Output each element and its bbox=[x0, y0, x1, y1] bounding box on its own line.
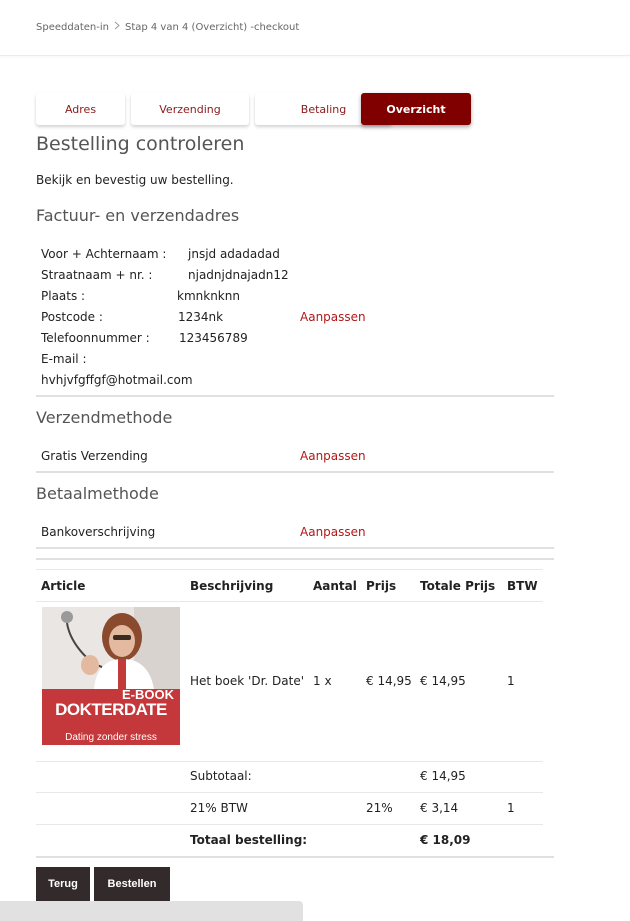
divider bbox=[36, 471, 554, 473]
name-label: Voor + Achternaam : bbox=[41, 247, 167, 261]
back-button[interactable]: Terug bbox=[36, 867, 90, 901]
payment-heading: Betaalmethode bbox=[36, 484, 159, 503]
street-label: Straatnaam + nr. : bbox=[41, 268, 153, 282]
col-header-description: Beschrijving bbox=[190, 579, 274, 593]
step-adres[interactable]: Adres bbox=[36, 93, 125, 125]
vat-rate: 21% bbox=[366, 801, 393, 815]
divider bbox=[36, 856, 554, 858]
chevron-right-icon bbox=[114, 21, 120, 33]
col-header-article: Article bbox=[41, 579, 86, 593]
step-overzicht: Overzicht bbox=[361, 93, 471, 125]
row-divider bbox=[36, 824, 543, 825]
payment-method: Bankoverschrijving bbox=[41, 525, 156, 539]
phone-label: Telefoonnummer : bbox=[41, 331, 150, 345]
edit-address-link[interactable]: Aanpassen bbox=[300, 310, 366, 324]
col-header-price: Prijs bbox=[366, 579, 397, 593]
item-btw: 1 bbox=[507, 674, 515, 688]
name-value: jnsjd adadadad bbox=[188, 247, 280, 261]
page-title: Bestelling controleren bbox=[36, 133, 245, 155]
email-value: hvhjvfgffgf@hotmail.com bbox=[41, 373, 193, 387]
subtotal-label: Subtotaal: bbox=[190, 769, 252, 783]
cover-subtitle: Dating zonder stress bbox=[65, 732, 157, 743]
vat-btw: 1 bbox=[507, 801, 515, 815]
row-divider bbox=[36, 601, 543, 602]
divider bbox=[36, 547, 554, 549]
item-quantity: 1 x bbox=[313, 674, 332, 688]
divider bbox=[36, 558, 554, 560]
vat-label: 21% BTW bbox=[190, 801, 248, 815]
phone-value: 123456789 bbox=[179, 331, 248, 345]
postcode-value: 1234nk bbox=[178, 310, 224, 324]
checkout-steps: Adres Verzending Betaling Overzicht bbox=[36, 93, 472, 125]
breadcrumb-current: Stap 4 van 4 (Overzicht) -checkout bbox=[124, 21, 300, 33]
order-button[interactable]: Bestellen bbox=[94, 867, 170, 901]
col-header-quantity: Aantal bbox=[313, 579, 357, 593]
ebook-cover-illustration bbox=[42, 607, 180, 745]
shipping-method: Gratis Verzending bbox=[41, 449, 148, 463]
bottom-status-bar bbox=[0, 901, 303, 921]
col-header-total: Totale Prijs bbox=[420, 579, 496, 593]
city-value: kmnknknn bbox=[177, 289, 240, 303]
item-description: Het boek 'Dr. Date' bbox=[190, 674, 305, 688]
breadcrumb-root-link[interactable]: Speeddaten-in bbox=[36, 22, 109, 33]
col-header-btw: BTW bbox=[507, 579, 538, 593]
table-top-line bbox=[36, 569, 543, 570]
item-price: € 14,95 bbox=[366, 674, 412, 688]
edit-shipping-link[interactable]: Aanpassen bbox=[300, 449, 366, 463]
postcode-label: Postcode : bbox=[41, 310, 103, 324]
row-divider bbox=[36, 792, 543, 793]
shipping-heading: Verzendmethode bbox=[36, 408, 173, 427]
email-label: E-mail : bbox=[41, 352, 87, 366]
cover-title: DOKTERDATE bbox=[55, 700, 167, 719]
total-label: Totaal bestelling: bbox=[190, 833, 308, 847]
breadcrumb: Speeddaten-in Stap 4 van 4 (Overzicht) -… bbox=[36, 21, 299, 33]
city-label: Plaats : bbox=[41, 289, 86, 303]
product-image[interactable]: E-BOOK DOKTERDATE Dating zonder stress bbox=[42, 607, 180, 745]
divider bbox=[36, 395, 554, 397]
street-value: njadnjdnajadn12 bbox=[188, 268, 289, 282]
row-divider bbox=[36, 761, 543, 762]
breadcrumb-bar: Speeddaten-in Stap 4 van 4 (Overzicht) -… bbox=[0, 0, 630, 56]
intro-text: Bekijk en bevestig uw bestelling. bbox=[36, 173, 234, 187]
address-heading: Factuur- en verzendadres bbox=[36, 206, 240, 225]
vat-value: € 3,14 bbox=[420, 801, 459, 815]
edit-payment-link[interactable]: Aanpassen bbox=[300, 525, 366, 539]
subtotal-value: € 14,95 bbox=[420, 769, 466, 783]
step-verzending[interactable]: Verzending bbox=[131, 93, 249, 125]
total-value: € 18,09 bbox=[420, 833, 471, 847]
item-total: € 14,95 bbox=[420, 674, 466, 688]
